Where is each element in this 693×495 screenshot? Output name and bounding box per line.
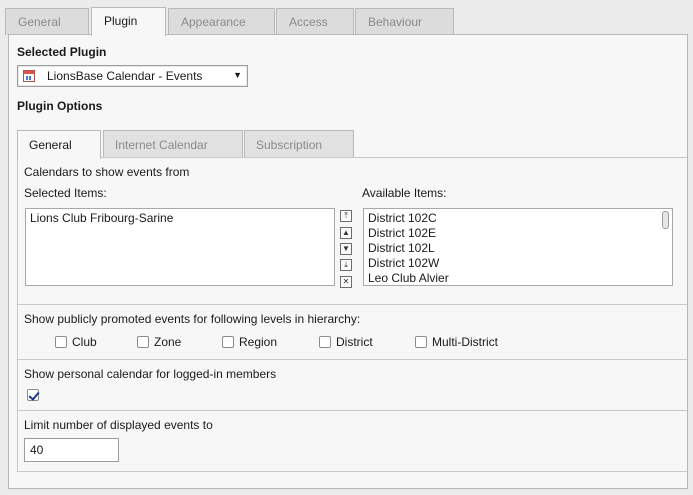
list-item[interactable]: District 102L: [368, 241, 435, 255]
tab-options-general[interactable]: General: [17, 130, 101, 159]
tab-behaviour[interactable]: Behaviour: [355, 8, 454, 35]
list-item[interactable]: District 102W: [368, 256, 439, 270]
plugin-select[interactable]: LionsBase Calendar - Events ▼: [17, 65, 248, 87]
tab-internet-calendar[interactable]: Internet Calendar: [103, 130, 243, 157]
tab-appearance[interactable]: Appearance: [168, 8, 275, 35]
personal-calendar-checkbox[interactable]: [27, 389, 39, 401]
region-checkbox[interactable]: [222, 336, 234, 348]
list-item[interactable]: Leo Club Alvier: [368, 271, 449, 285]
available-items-list[interactable]: District 102C District 102E District 102…: [363, 208, 673, 286]
plugin-select-value: LionsBase Calendar - Events: [47, 69, 203, 83]
move-up-icon[interactable]: ▲: [340, 227, 352, 239]
zone-label: Zone: [154, 335, 182, 349]
selected-plugin-heading: Selected Plugin: [17, 45, 107, 59]
list-item[interactable]: District 102C: [368, 211, 437, 225]
scrollbar[interactable]: [662, 211, 669, 229]
district-label: District: [336, 335, 373, 349]
move-bottom-icon[interactable]: ⤓: [340, 259, 352, 271]
move-top-icon[interactable]: ⤒: [340, 210, 352, 222]
limit-input[interactable]: 40: [24, 438, 119, 462]
tab-plugin[interactable]: Plugin: [91, 7, 166, 36]
calendars-section: Calendars to show events from Selected I…: [17, 157, 687, 304]
limit-title: Limit number of displayed events to: [24, 418, 213, 432]
selected-items-list[interactable]: Lions Club Fribourg-Sarine: [25, 208, 335, 286]
personal-title: Show personal calendar for logged-in mem…: [24, 367, 277, 381]
multi-district-label: Multi-District: [432, 335, 498, 349]
promoted-section: Show publicly promoted events for follow…: [17, 304, 687, 359]
plugin-options-heading: Plugin Options: [17, 99, 103, 113]
club-checkbox[interactable]: [55, 336, 67, 348]
promoted-title: Show publicly promoted events for follow…: [24, 312, 361, 326]
list-item[interactable]: Lions Club Fribourg-Sarine: [30, 211, 173, 225]
tab-access[interactable]: Access: [276, 8, 354, 35]
zone-checkbox[interactable]: [137, 336, 149, 348]
district-checkbox[interactable]: [319, 336, 331, 348]
remove-icon[interactable]: ✕: [340, 276, 352, 288]
club-label: Club: [72, 335, 97, 349]
calendar-icon: [23, 70, 35, 82]
tab-subscription[interactable]: Subscription: [244, 130, 354, 157]
list-item[interactable]: District 102E: [368, 226, 436, 240]
selected-items-label: Selected Items:: [24, 186, 107, 200]
tab-general[interactable]: General: [5, 8, 89, 35]
move-down-icon[interactable]: ▼: [340, 243, 352, 255]
region-label: Region: [239, 335, 278, 349]
multi-district-checkbox[interactable]: [415, 336, 427, 348]
chevron-down-icon: ▼: [233, 70, 242, 80]
calendars-title: Calendars to show events from: [24, 165, 190, 179]
top-tab-bar: General Plugin Appearance Access Behavio…: [0, 0, 693, 36]
available-items-label: Available Items:: [362, 186, 447, 200]
personal-section: Show personal calendar for logged-in mem…: [17, 359, 687, 410]
